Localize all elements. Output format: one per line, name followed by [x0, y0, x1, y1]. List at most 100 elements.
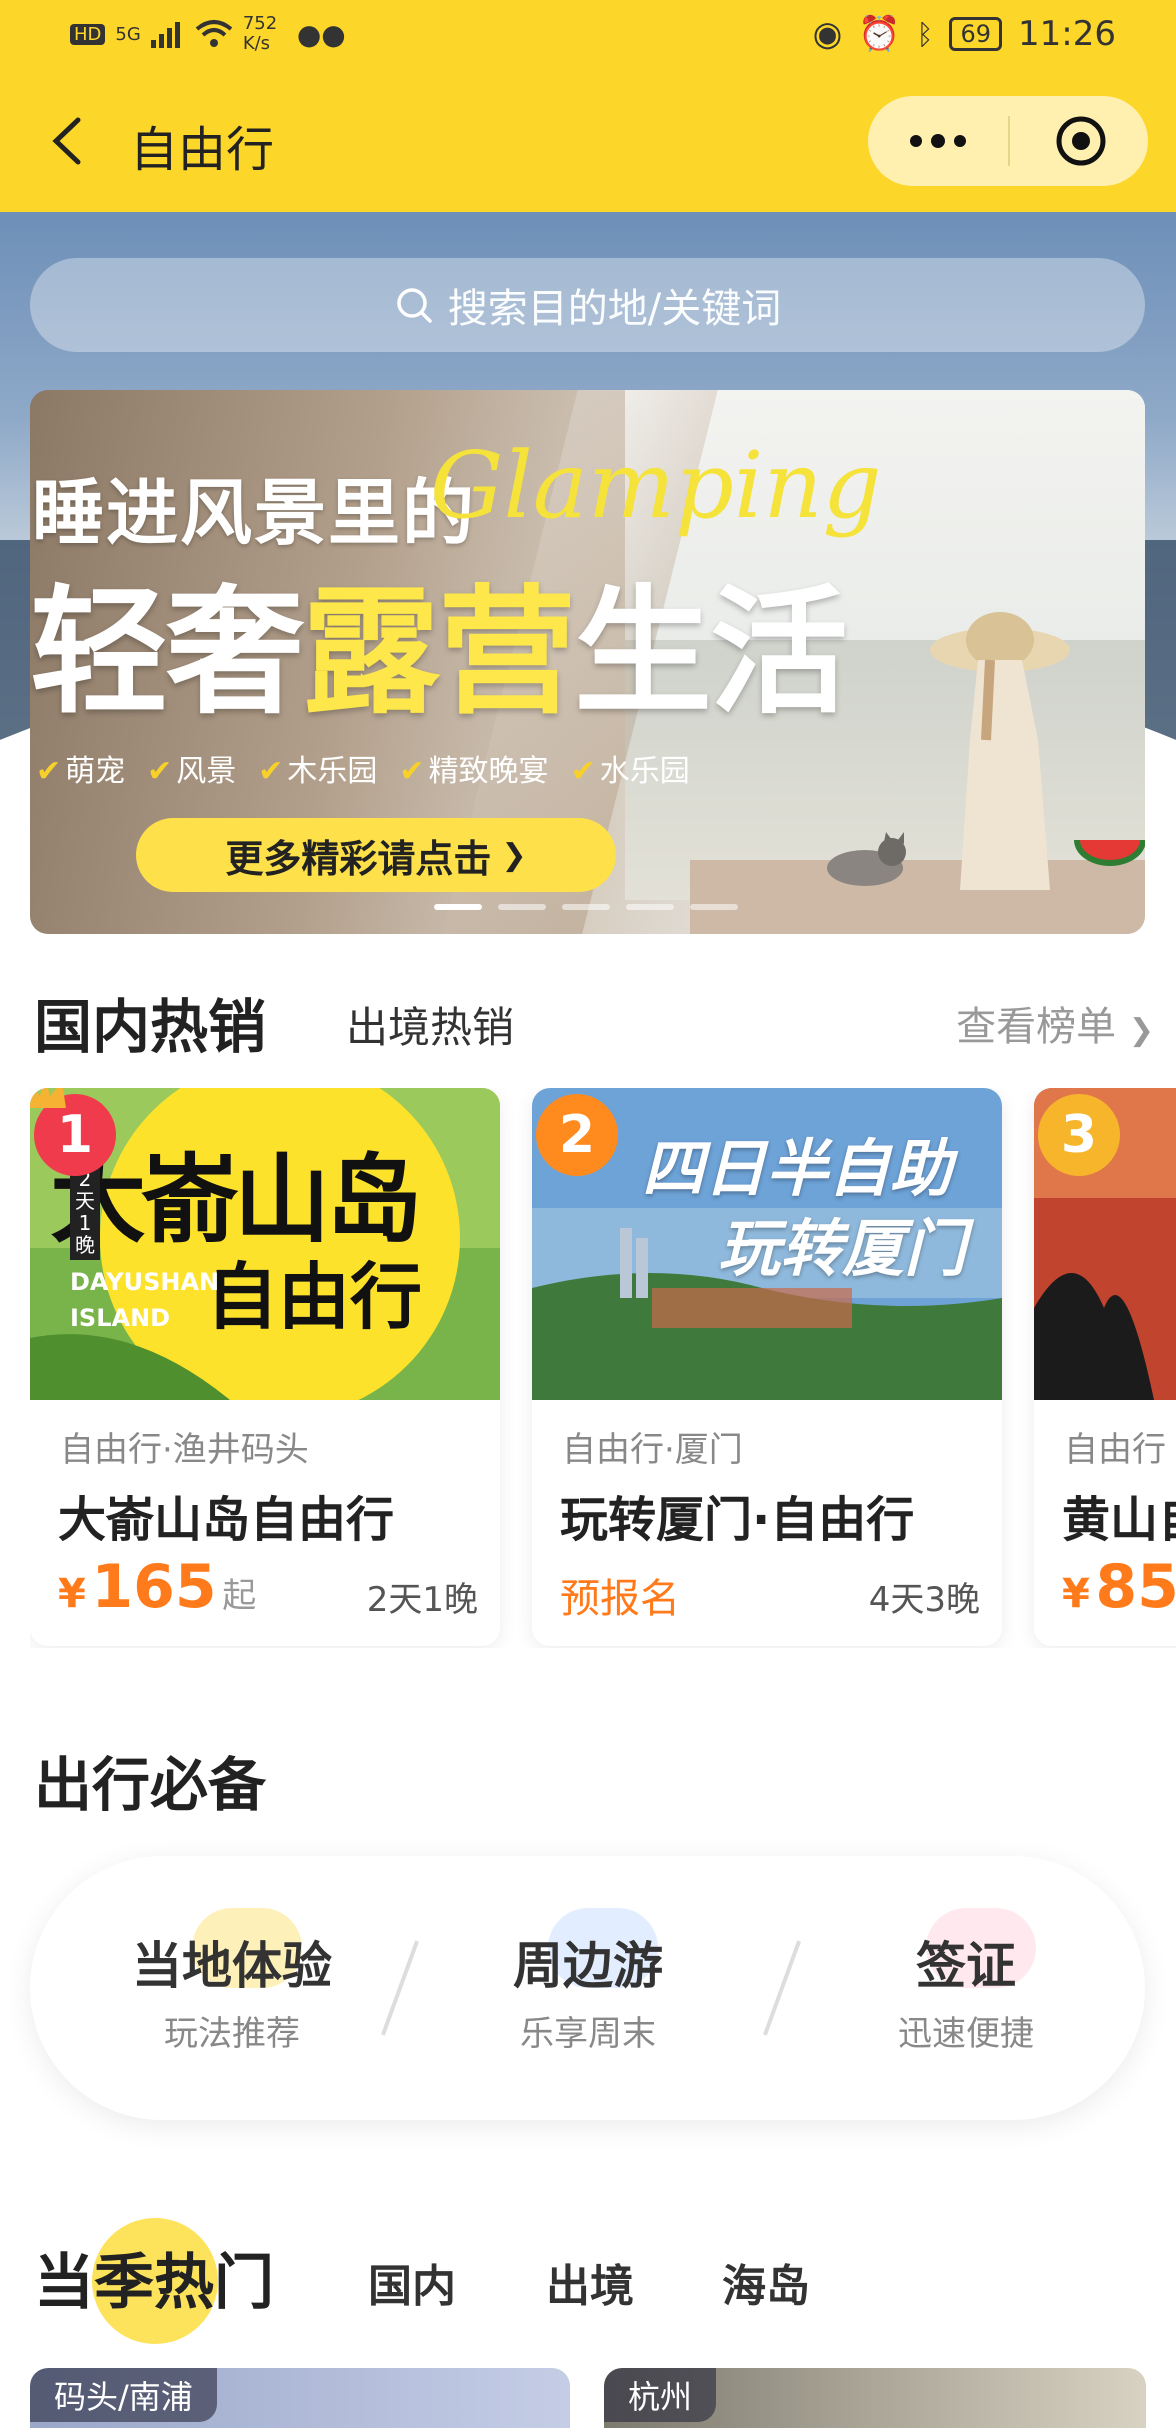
product-image-en: DAYUSHAN ISLAND: [70, 1268, 220, 1332]
rank-badge: 3: [1038, 1094, 1120, 1176]
hot-sales-header: 国内热销 出境热销 查看榜单 ❯: [34, 980, 1154, 1061]
price-suffix: 起: [222, 1576, 257, 1616]
product-category: 自由行: [1064, 1430, 1166, 1470]
essential-label: 签证: [916, 1937, 1016, 1995]
presale-label: 预报名: [560, 1576, 680, 1622]
essential-nearby-trips[interactable]: 周边游 乐享周末: [438, 1856, 738, 2120]
banner-tag: 精致晚宴: [399, 746, 549, 790]
price-value: 85: [1095, 1552, 1176, 1622]
seasonal-card[interactable]: 杭州: [604, 2368, 1146, 2428]
capsule-divider: [1008, 116, 1010, 166]
seasonal-header: 当季热门 国内 出境 海岛: [34, 2218, 1154, 2344]
carousel-indicators: [434, 904, 738, 910]
eye-icon: ◉: [812, 14, 843, 54]
tab-outbound-hot[interactable]: 出境热销: [346, 994, 514, 1055]
price-currency: ¥: [58, 1571, 86, 1617]
alarm-icon: ⏰: [858, 14, 901, 54]
banner-title-part3: 生活: [574, 572, 848, 733]
tab-seasonal-hot[interactable]: 当季热门: [34, 2234, 274, 2321]
search-icon: [397, 288, 432, 323]
chevron-right-icon: ❯: [501, 837, 527, 873]
page-title: 自由行: [130, 122, 275, 178]
banner-tag: 风景: [147, 746, 236, 790]
banner-more-label: 更多精彩请点击: [225, 836, 492, 881]
product-image-badge: 2天1晚: [70, 1164, 100, 1260]
essential-divider: [381, 1940, 419, 2036]
close-miniapp-icon[interactable]: [1054, 114, 1108, 168]
product-duration: 2天1晚: [366, 1580, 478, 1620]
carousel-dot[interactable]: [690, 904, 738, 910]
essential-label: 当地体验: [132, 1937, 332, 1995]
wifi-icon: [195, 20, 233, 47]
price-value: 165: [91, 1552, 217, 1622]
search-placeholder: 搜索目的地/关键词: [447, 286, 782, 332]
seasonal-card[interactable]: 码头/南浦: [30, 2368, 570, 2428]
banner-more-button[interactable]: 更多精彩请点击 ❯: [136, 818, 616, 892]
more-icon[interactable]: [906, 126, 970, 156]
rank-badge: 2: [536, 1094, 618, 1176]
title-bar: 自由行: [0, 70, 1176, 212]
product-name: 黄山自: [1062, 1492, 1176, 1548]
banner-title-part2: 露营: [302, 572, 576, 733]
carousel-dot[interactable]: [562, 904, 610, 910]
essential-local-experience[interactable]: 当地体验 玩法推荐: [82, 1856, 382, 2120]
tab-domestic-hot[interactable]: 国内热销: [34, 980, 266, 1064]
product-duration: 4天3晚: [868, 1580, 980, 1620]
carousel-dot[interactable]: [626, 904, 674, 910]
essential-sublabel: 乐享周末: [520, 2014, 656, 2054]
banner-tag: 水乐园: [571, 746, 690, 790]
price-currency: ¥: [1062, 1571, 1090, 1617]
product-image-subtitle: 自由行: [206, 1255, 423, 1339]
essential-label: 周边游: [513, 1937, 663, 1995]
product-card[interactable]: 四日半自助 玩转厦门 2 自由行·厦门 玩转厦门·自由行 预报名 4天3晚: [532, 1088, 1002, 1646]
banner-watermelon-illustration: [1074, 840, 1145, 866]
battery-icon: 69: [949, 17, 1003, 51]
banner-tag: 萌宠: [36, 746, 125, 790]
miniapp-capsule: [868, 96, 1148, 186]
carousel-dot[interactable]: [434, 904, 482, 910]
seasonal-card-location: 码头/南浦: [30, 2368, 217, 2422]
banner-tags: 萌宠 风景 木乐园 精致晚宴 水乐园: [36, 746, 690, 790]
hd-indicator: HD: [70, 23, 106, 45]
product-price: ¥ 165 起: [58, 1552, 256, 1622]
product-card[interactable]: 大嵛山岛 自由行 DAYUSHAN ISLAND 2天1晚 1 自由行·渔井码头…: [30, 1088, 500, 1646]
banner-script-text: Glamping: [430, 432, 882, 539]
essential-sublabel: 迅速便捷: [898, 2014, 1034, 2054]
carousel-dot[interactable]: [498, 904, 546, 910]
crown-icon: [30, 1088, 66, 1108]
network-indicator: 5G: [115, 23, 141, 45]
banner-cat-illustration: [827, 832, 906, 886]
product-card[interactable]: 3 自由行 黄山自 ¥ 85: [1034, 1088, 1176, 1646]
bluetooth-icon: ᛒ: [916, 17, 934, 51]
status-right: ◉ ⏰ ᛒ 69 11:26: [813, 14, 1116, 54]
status-bar: HD 5G 752 K/s ●● ◉ ⏰ ᛒ 69 11:26: [0, 0, 1176, 70]
essential-visa[interactable]: 签证 迅速便捷: [816, 1856, 1116, 2120]
promo-banner[interactable]: 睡进风景里的 Glamping 轻奢露营生活 萌宠 风景 木乐园 精致晚宴 水乐…: [30, 390, 1145, 934]
seasonal-card-location: 杭州: [604, 2368, 717, 2422]
banner-tag: 木乐园: [258, 746, 377, 790]
tab-domestic[interactable]: 国内: [368, 2250, 456, 2314]
essential-divider: [763, 1940, 801, 2036]
banner-main-title: 轻奢露营生活: [30, 540, 848, 740]
tab-outbound[interactable]: 出境: [546, 2250, 634, 2314]
wechat-icon: ●●: [296, 17, 346, 51]
status-left: HD 5G 752 K/s ●●: [70, 14, 346, 54]
see-ranking-label: 查看榜单: [956, 1004, 1117, 1050]
essentials-title: 出行必备: [34, 1751, 267, 1819]
speed-indicator: 752 K/s: [242, 13, 278, 54]
product-category: 自由行·厦门: [562, 1430, 743, 1470]
search-bar[interactable]: 搜索目的地/关键词: [30, 258, 1145, 352]
product-name: 大嵛山岛自由行: [58, 1492, 395, 1548]
product-image-title: 四日半自助: [642, 1132, 953, 1205]
tab-island[interactable]: 海岛: [722, 2250, 810, 2314]
banner-title-part1: 轻奢: [30, 572, 304, 733]
hot-sales-carousel[interactable]: 大嵛山岛 自由行 DAYUSHAN ISLAND 2天1晚 1 自由行·渔井码头…: [30, 1088, 1176, 1648]
product-category: 自由行·渔井码头: [60, 1430, 309, 1470]
product-image-subtitle: 玩转厦门: [718, 1212, 967, 1285]
signal-icon: [150, 22, 180, 48]
essentials-panel: 当地体验 玩法推荐 周边游 乐享周末 签证 迅速便捷: [30, 1856, 1145, 2120]
see-ranking-link[interactable]: 查看榜单 ❯: [956, 994, 1154, 1052]
chevron-right-icon: ❯: [1128, 1013, 1154, 1048]
product-name: 玩转厦门·自由行: [560, 1492, 915, 1548]
back-arrow-icon[interactable]: [48, 116, 88, 166]
